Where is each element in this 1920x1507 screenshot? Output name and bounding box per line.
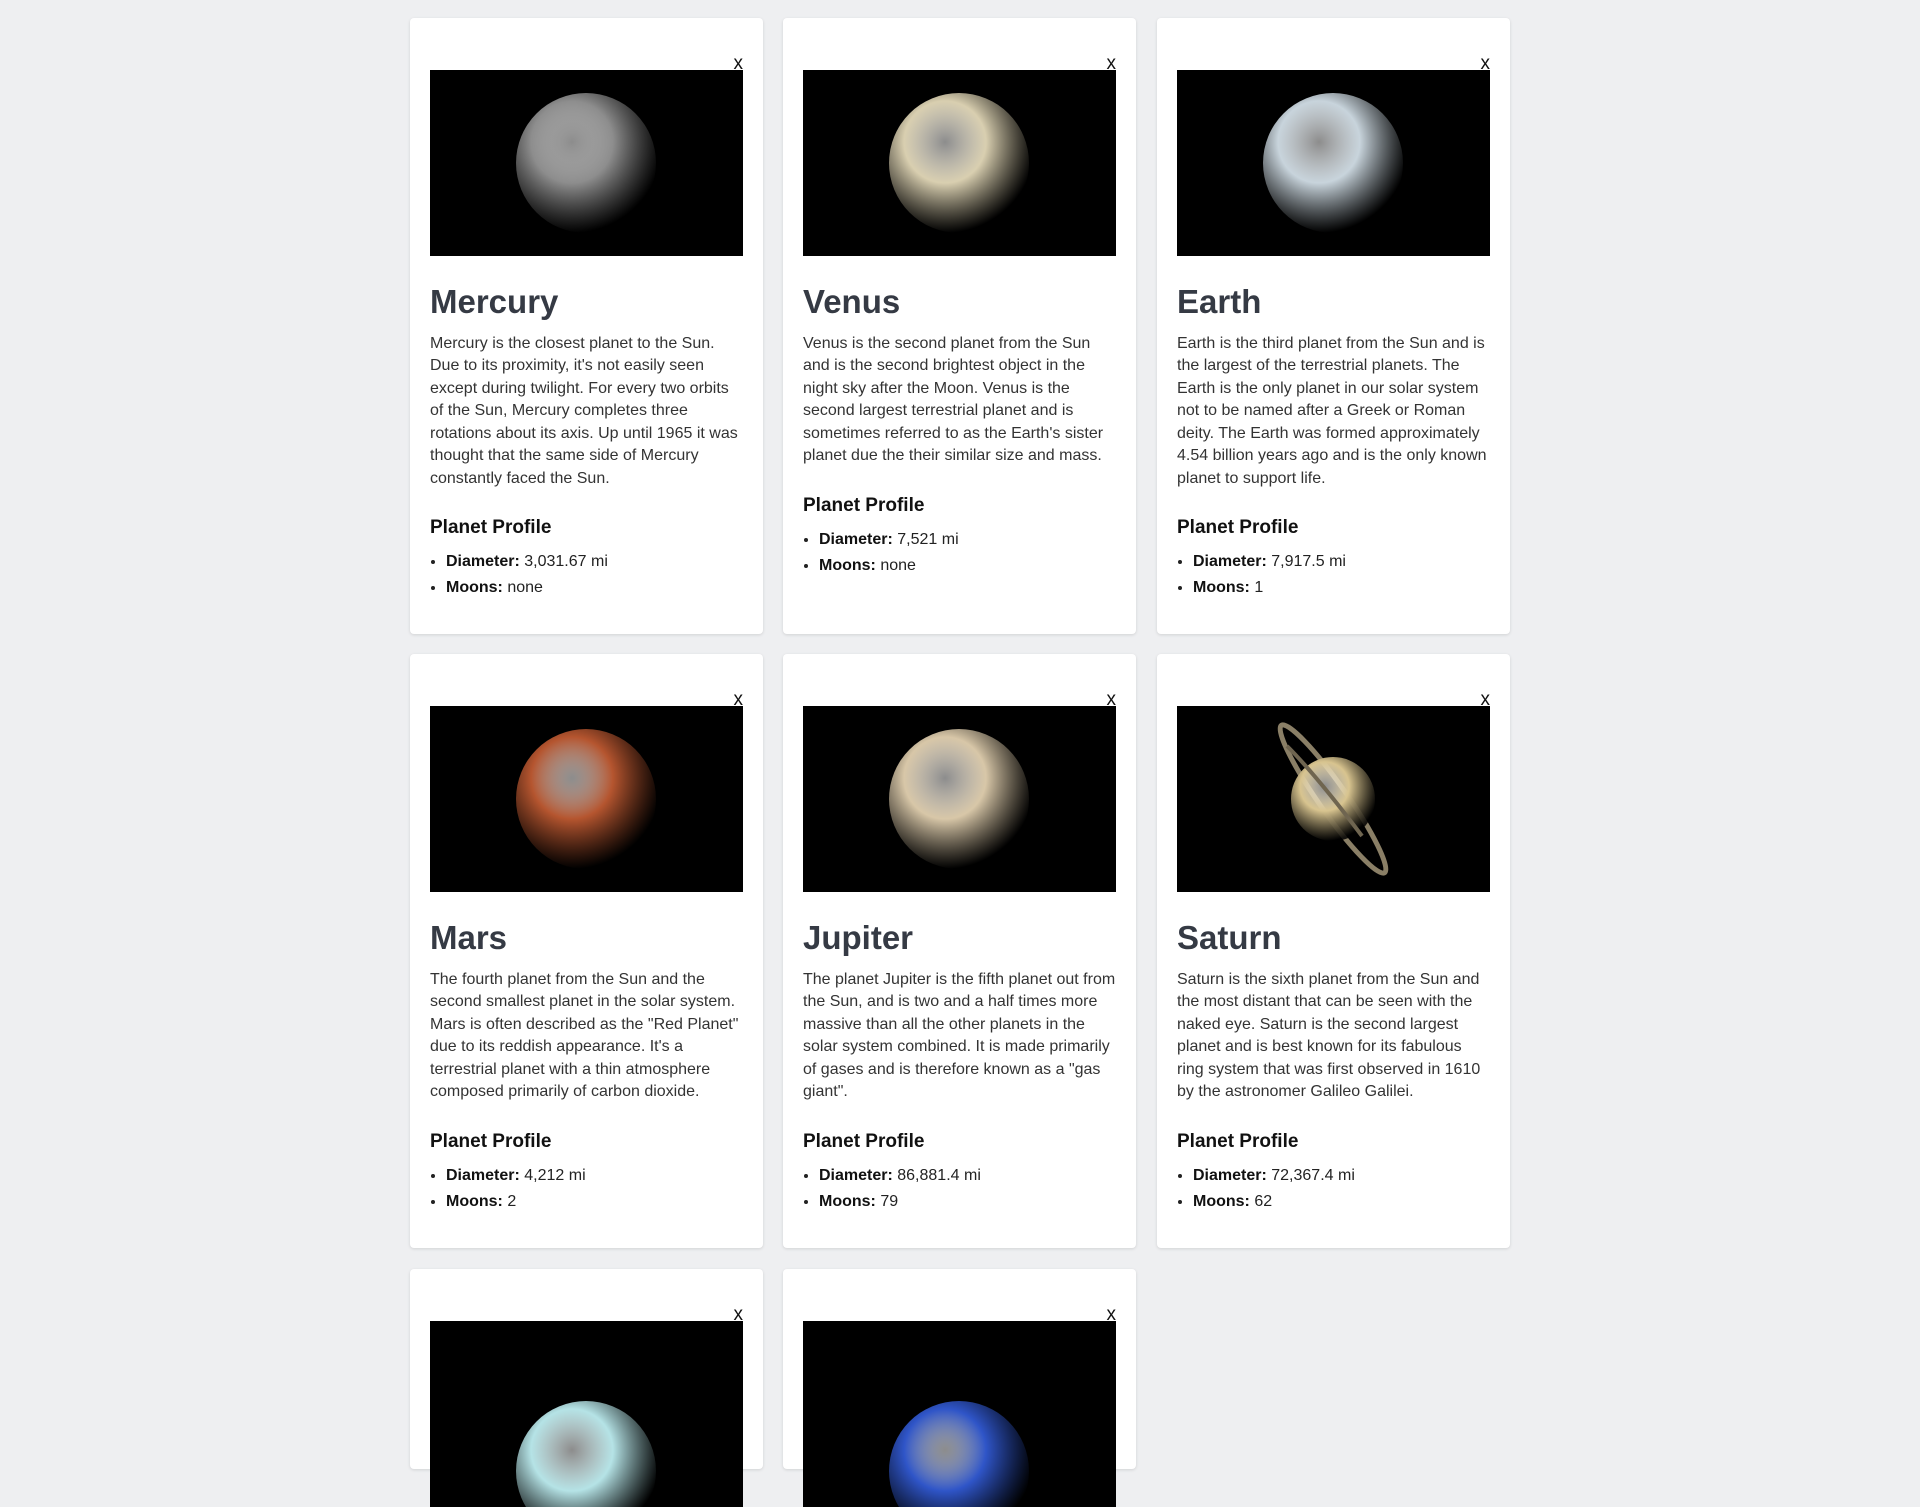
planet-profile-heading: Planet Profile: [430, 517, 552, 539]
moons-value: none: [502, 579, 543, 597]
planet-sphere: [889, 729, 1029, 869]
planet-profile-heading: Planet Profile: [430, 1130, 552, 1152]
planet-sphere: [516, 1401, 656, 1507]
planet-name: Jupiter: [803, 919, 914, 956]
planet-name: Earth: [1177, 283, 1262, 320]
diameter-stat: Diameter: 4,212 mi: [446, 1163, 743, 1189]
diameter-value: 72,367.4 mi: [1266, 1166, 1355, 1184]
planet-stats-list: Diameter: 72,367.4 miMoons: 62: [1177, 1163, 1490, 1215]
diameter-value: 7,917.5 mi: [1266, 553, 1346, 571]
planet-image: [1177, 70, 1490, 256]
planet-name: Mercury: [430, 283, 559, 320]
planet-stats-list: Diameter: 86,881.4 miMoons: 79: [803, 1163, 1116, 1215]
planet-image: [430, 1321, 743, 1507]
moons-stat: Moons: none: [819, 553, 1116, 579]
moons-stat: Moons: 79: [819, 1189, 1116, 1215]
diameter-label: Diameter:: [1193, 1166, 1267, 1184]
diameter-stat: Diameter: 86,881.4 mi: [819, 1163, 1116, 1189]
planet-description: Earth is the third planet from the Sun a…: [1177, 334, 1487, 487]
planet-card-neptune: x: [783, 1269, 1136, 1507]
planet-stats-list: Diameter: 7,917.5 miMoons: 1: [1177, 549, 1490, 601]
diameter-label: Diameter:: [446, 1166, 520, 1184]
planet-card-uranus: x: [410, 1269, 763, 1507]
moons-label: Moons:: [446, 579, 503, 597]
moons-label: Moons:: [1193, 1192, 1250, 1210]
planet-name: Mars: [430, 919, 508, 956]
planet-card-jupiter: x Jupiter The planet Jupiter is the fifth …: [783, 654, 1136, 1248]
planet-profile-heading: Planet Profile: [803, 1130, 925, 1152]
moons-value: 62: [1249, 1192, 1273, 1210]
moons-label: Moons:: [819, 556, 876, 574]
planet-image: [430, 706, 743, 892]
planet-stats-list: Diameter: 7,521 miMoons: none: [803, 527, 1116, 579]
moons-stat: Moons: 1: [1193, 575, 1490, 601]
planet-description: The planet Jupiter is the fifth planet o…: [803, 970, 1116, 1101]
planet-image: [430, 70, 743, 256]
planet-name: Venus: [803, 283, 901, 320]
planet-image: [803, 70, 1116, 256]
planet-description: The fourth planet from the Sun and the s…: [430, 970, 739, 1101]
planet-sphere: [889, 1401, 1029, 1507]
moons-value: 1: [1249, 579, 1264, 597]
moons-stat: Moons: 2: [446, 1189, 743, 1215]
planet-sphere: [516, 93, 656, 233]
diameter-label: Diameter:: [1193, 553, 1267, 571]
planet-profile-heading: Planet Profile: [803, 494, 925, 516]
diameter-value: 7,521 mi: [892, 530, 959, 548]
diameter-stat: Diameter: 3,031.67 mi: [446, 549, 743, 575]
moons-stat: Moons: none: [446, 575, 743, 601]
planet-profile-heading: Planet Profile: [1177, 1130, 1299, 1152]
planet-sphere: [1263, 93, 1403, 233]
planet-image: [803, 1321, 1116, 1507]
planet-card-mars: x Mars The fourth planet from the Sun and …: [410, 654, 763, 1248]
planet-card-earth: x Earth Earth is the third planet from the…: [1157, 18, 1510, 634]
planet-description: Saturn is the sixth planet from the Sun …: [1177, 970, 1481, 1101]
planet-sphere: [889, 93, 1029, 233]
diameter-label: Diameter:: [446, 553, 520, 571]
moons-label: Moons:: [446, 1192, 503, 1210]
moons-stat: Moons: 62: [1193, 1189, 1490, 1215]
moons-value: 2: [502, 1192, 517, 1210]
planet-stats-list: Diameter: 3,031.67 miMoons: none: [430, 549, 743, 601]
planet-image: [803, 706, 1116, 892]
moons-label: Moons:: [1193, 579, 1250, 597]
planet-description: Venus is the second planet from the Sun …: [803, 334, 1104, 465]
diameter-stat: Diameter: 7,917.5 mi: [1193, 549, 1490, 575]
diameter-value: 86,881.4 mi: [892, 1166, 981, 1184]
planet-sphere: [516, 729, 656, 869]
planet-card-mercury: x Mercury Mercury is the closest planet to…: [410, 18, 763, 634]
diameter-stat: Diameter: 7,521 mi: [819, 527, 1116, 553]
moons-value: 79: [875, 1192, 899, 1210]
moons-label: Moons:: [819, 1192, 876, 1210]
planet-name: Saturn: [1177, 919, 1282, 956]
planet-image: [1177, 706, 1490, 892]
diameter-stat: Diameter: 72,367.4 mi: [1193, 1163, 1490, 1189]
planet-profile-heading: Planet Profile: [1177, 517, 1299, 539]
planet-stats-list: Diameter: 4,212 miMoons: 2: [430, 1163, 743, 1215]
planet-description: Mercury is the closest planet to the Sun…: [430, 334, 738, 487]
planet-card-saturn: x Saturn Saturn is the sixth planet from t…: [1157, 654, 1510, 1248]
moons-value: none: [875, 556, 916, 574]
diameter-value: 3,031.67 mi: [519, 553, 608, 571]
diameter-value: 4,212 mi: [519, 1166, 586, 1184]
diameter-label: Diameter:: [819, 1166, 893, 1184]
diameter-label: Diameter:: [819, 530, 893, 548]
planet-card-venus: x Venus Venus is the second planet from th…: [783, 18, 1136, 634]
